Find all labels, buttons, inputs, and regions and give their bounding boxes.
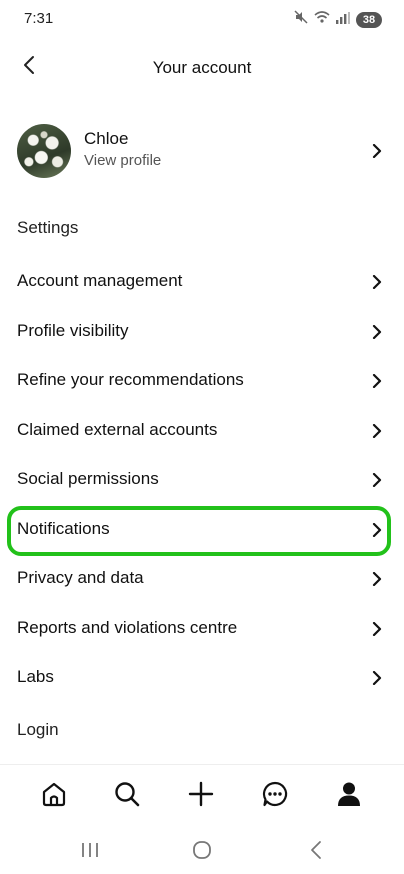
menu-item-labs[interactable]: Labs	[0, 653, 404, 703]
chevron-right-icon	[370, 374, 384, 388]
profile-icon[interactable]	[334, 779, 364, 809]
mute-icon	[294, 10, 308, 29]
menu-item-label: Account management	[17, 271, 183, 290]
status-icons: 38	[294, 10, 382, 29]
chevron-right-icon	[370, 572, 384, 586]
bottom-nav	[0, 764, 404, 827]
menu-item-reports-and-violations[interactable]: Reports and violations centre	[0, 604, 404, 654]
profile-row[interactable]: Chloe View profile	[0, 120, 404, 182]
menu-item-label: Social permissions	[17, 469, 159, 488]
chevron-right-icon	[370, 671, 384, 685]
wifi-icon	[314, 10, 330, 29]
menu-item-label: Claimed external accounts	[17, 419, 218, 439]
menu-item-label: Labs	[17, 667, 54, 686]
chevron-right-icon	[370, 324, 384, 339]
menu-item-profile-visibility[interactable]: Profile visibility	[0, 307, 404, 357]
menu-item-notifications[interactable]: Notifications	[0, 505, 404, 555]
chevron-right-icon	[370, 473, 384, 487]
menu-item-account-management[interactable]: Account management	[0, 257, 404, 307]
menu-item-label: Refine your recommendations	[17, 370, 244, 389]
status-time: 7:31	[24, 10, 54, 27]
menu-item-label: Reports and violations centre	[17, 617, 238, 637]
search-icon[interactable]	[112, 779, 142, 809]
battery-icon: 38	[356, 11, 382, 28]
menu-item-social-permissions[interactable]: Social permissions	[0, 455, 404, 505]
recents-icon[interactable]	[78, 838, 102, 862]
menu-item-label: Privacy and data	[17, 568, 144, 587]
settings-menu: Account management Profile visibility Re…	[0, 257, 404, 703]
login-heading: Login	[17, 720, 59, 739]
chevron-right-icon	[370, 144, 384, 158]
header: Your account	[0, 44, 404, 90]
settings-heading: Settings	[17, 218, 79, 237]
chevron-right-icon	[370, 522, 384, 537]
home-icon[interactable]	[39, 779, 69, 809]
menu-item-claimed-external-accounts[interactable]: Claimed external accounts	[0, 406, 404, 456]
chevron-right-icon	[370, 423, 384, 438]
chevron-right-icon	[370, 621, 384, 636]
signal-icon	[336, 11, 350, 29]
menu-item-privacy-and-data[interactable]: Privacy and data	[0, 554, 404, 604]
page-title: Your account	[152, 58, 252, 77]
back-icon[interactable]	[304, 838, 328, 862]
system-nav-bar	[0, 826, 404, 874]
avatar	[17, 124, 71, 178]
status-bar: 7:31 38	[0, 0, 404, 38]
home-circle-icon[interactable]	[190, 838, 214, 862]
view-profile-link: View profile	[84, 152, 162, 169]
menu-item-refine-recommendations[interactable]: Refine your recommendations	[0, 356, 404, 406]
chevron-right-icon	[370, 275, 384, 289]
profile-name: Chloe	[84, 129, 129, 148]
menu-item-label: Notifications	[17, 518, 110, 538]
messages-icon[interactable]	[260, 779, 290, 809]
menu-item-label: Profile visibility	[17, 320, 129, 340]
create-plus-icon[interactable]	[186, 779, 216, 809]
